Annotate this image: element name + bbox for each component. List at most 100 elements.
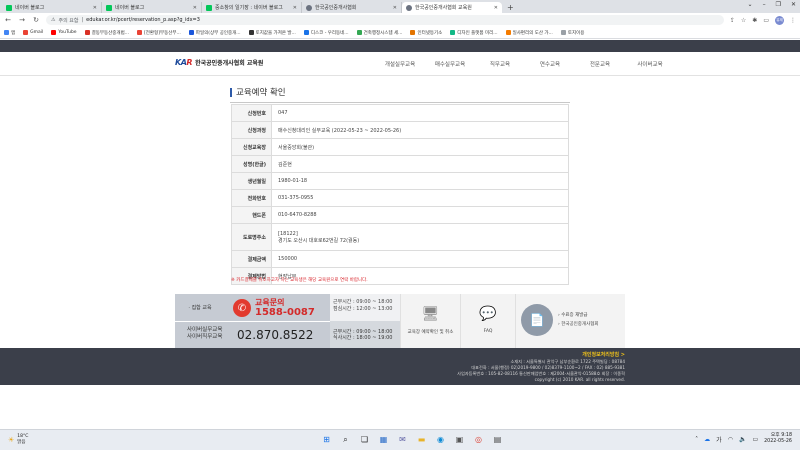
bookmark-star-icon[interactable]: ☆	[741, 17, 746, 24]
page-title: 교육예약 확인	[230, 86, 570, 98]
nav-item-cyber[interactable]: 사이버교육	[625, 60, 675, 68]
app-icon[interactable]: ▤	[491, 433, 504, 446]
bookmark-item[interactable]: 파일의(상부 공인중개...	[188, 30, 241, 36]
warning-icon[interactable]: ⚠	[51, 17, 55, 23]
faq-button[interactable]: 💬 FAQ	[460, 294, 515, 348]
site-logo[interactable]: KAR 한국공인중개사협회 교육원	[175, 58, 263, 67]
bookmark-item[interactable]: 디자인 플랫폼 미리...	[450, 30, 498, 36]
nav-item-refresher[interactable]: 연수교육	[525, 60, 575, 68]
taskbar: ☀ 18°C 맑음 ⊞ ⌕ ❏ ▦ ✉ ▬ ◉ ▣ ◎ ▤ ˄ ☁ 가 ◠ 🔈 …	[0, 429, 800, 450]
minimize-icon[interactable]: –	[763, 1, 766, 8]
nav-item-opening-practice[interactable]: 개설실무교육	[375, 60, 425, 68]
forward-icon[interactable]: →	[18, 16, 26, 24]
edge-icon[interactable]: ◉	[434, 433, 447, 446]
bookmark-item[interactable]: Gmail	[23, 30, 43, 35]
privacy-policy-link[interactable]: 개인정보처리방침 >	[582, 351, 625, 358]
monitor-icon: 🖥	[421, 306, 440, 322]
chevron-up-icon[interactable]: ˄	[695, 436, 698, 443]
row-label: 결제금액	[231, 250, 272, 268]
association-link[interactable]: › 한국공인중개사협회	[558, 320, 599, 329]
browser-tab-1[interactable]: 네이버 블로그 ✕	[2, 2, 102, 13]
wifi-icon[interactable]: ◠	[728, 436, 733, 443]
table-row: 결제금액 150000	[231, 250, 569, 268]
search-icon[interactable]: ⌕	[339, 433, 352, 446]
main-nav: 개설실무교육 매수실무교육 직무교육 연수교육 전문교육 사이버교육	[375, 60, 675, 68]
bookmark-item[interactable]: 앱	[4, 30, 15, 36]
bookmark-item[interactable]: 토지이용	[560, 30, 584, 36]
store-icon[interactable]: ▣	[453, 433, 466, 446]
chat-icon[interactable]: ✉	[396, 433, 409, 446]
logo-text: 한국공인중개사협회 교육원	[195, 60, 264, 67]
bookmark-item[interactable]: 토지값을 가져온 발...	[248, 30, 296, 36]
page-title-text: 교육예약 확인	[236, 88, 286, 98]
chat-bubble-icon: 💬	[479, 306, 497, 322]
gmail-icon	[23, 30, 29, 35]
row-label: 성명(한글)	[231, 155, 272, 173]
browser-tab-2[interactable]: 네이버 블로그 ✕	[102, 2, 202, 13]
reservation-check-button[interactable]: 🖥 교육장 예약확인 및 취소	[400, 294, 460, 348]
profile-avatar[interactable]: 유재	[775, 15, 784, 25]
sun-icon: ☀	[8, 435, 15, 444]
menu-icon[interactable]: ⋮	[790, 17, 796, 24]
onedrive-icon[interactable]: ☁	[704, 436, 710, 443]
row-value: 010-6470-8288	[271, 206, 569, 224]
close-icon[interactable]: ✕	[93, 5, 97, 11]
bookmark-item[interactable]: 인터넷등기소	[410, 30, 442, 36]
url-text: edukar.or.kr/pcert/reservation_p.asp?g_i…	[86, 17, 200, 23]
bookmark-favicon-icon	[137, 30, 143, 35]
bookmark-item[interactable]: [전환형]부동산부...	[137, 30, 181, 36]
close-icon[interactable]: ✕	[193, 5, 197, 11]
close-window-icon[interactable]: ✕	[791, 1, 796, 8]
panel-divider	[175, 321, 330, 322]
row-value: 047	[271, 104, 569, 122]
windows-start-icon[interactable]: ⊞	[320, 433, 333, 446]
close-icon[interactable]: ✕	[393, 5, 397, 11]
widgets-icon[interactable]: ▦	[377, 433, 390, 446]
certificate-links: › 수료증 재발급 › 한국공인중개사협회	[558, 311, 599, 329]
bookmark-item[interactable]: 디스코 - 우리동네...	[303, 30, 349, 36]
new-tab-button[interactable]: +	[502, 2, 519, 13]
volume-icon[interactable]: 🔈	[739, 436, 746, 443]
browser-tab-5-active[interactable]: 한국공인중개사협회 교육원 ✕	[402, 2, 502, 13]
naver-favicon-icon	[106, 4, 112, 11]
security-warning-label[interactable]: 주의 요함	[58, 17, 78, 24]
bookmark-item[interactable]: 결동부동산중개법...	[84, 30, 129, 36]
table-row: 전화번호 031-375-0955	[231, 189, 569, 207]
weather-widget[interactable]: ☀ 18°C 맑음	[8, 434, 28, 445]
table-row: 신청교육장 서울중앙회(불관)	[231, 138, 569, 156]
share-icon[interactable]: ⇪	[730, 17, 735, 24]
back-icon[interactable]: ←	[4, 16, 12, 24]
row-value: 매수신청대리인 실무교육 (2022-05-23 ~ 2022-05-26)	[271, 121, 569, 139]
extensions-icon[interactable]: ✱	[752, 17, 757, 24]
chrome-icon[interactable]: ◎	[472, 433, 485, 446]
browser-tab-4[interactable]: 한국공인중개사협회 ✕	[302, 2, 402, 13]
language-icon[interactable]: 가	[716, 435, 722, 444]
nav-item-job-training[interactable]: 직무교육	[475, 60, 525, 68]
nav-item-purchase-practice[interactable]: 매수실무교육	[425, 60, 475, 68]
certificate-reissue-link[interactable]: › 수료증 재발급	[558, 311, 599, 320]
main-content: 교육예약 확인	[230, 86, 570, 103]
row-value: 031-375-0955	[271, 189, 569, 207]
bookmark-favicon-icon	[356, 30, 362, 35]
sidebar-icon[interactable]: ▭	[763, 17, 769, 24]
tab-search-icon[interactable]: ⌄	[748, 1, 753, 8]
bookmark-item[interactable]: 일사편리의 도산 가...	[505, 30, 553, 36]
close-icon[interactable]: ✕	[293, 5, 297, 11]
footer-info: 소재지 : 서울특별시 관악구 남부순환로 1722 주택빌딩 : 08784 …	[457, 359, 625, 382]
battery-icon[interactable]: ▭	[752, 436, 758, 443]
close-icon[interactable]: ✕	[494, 5, 498, 11]
maximize-icon[interactable]: ❐	[776, 1, 781, 8]
youtube-icon	[51, 30, 57, 35]
url-input[interactable]: ⚠ 주의 요함 | edukar.or.kr/pcert/reservation…	[46, 15, 724, 25]
row-label: 생년월일	[231, 172, 272, 190]
reload-icon[interactable]: ↻	[32, 16, 40, 24]
bookmark-item[interactable]: YouTube	[51, 30, 77, 35]
file-explorer-icon[interactable]: ▬	[415, 433, 428, 446]
table-row: 도로명주소 [18122] 경기도 오산시 대호로62번길 72(궐동)	[231, 223, 569, 251]
nav-item-professional[interactable]: 전문교육	[575, 60, 625, 68]
bookmark-item[interactable]: 건축행정시스템 세...	[356, 30, 402, 36]
browser-tab-3[interactable]: 중소창의 일기장 : 네이버 블로그 ✕	[202, 2, 302, 13]
bookmark-favicon-icon	[248, 30, 254, 35]
task-view-icon[interactable]: ❏	[358, 433, 371, 446]
clock[interactable]: 오후 9:18 2022-05-26	[764, 433, 792, 445]
